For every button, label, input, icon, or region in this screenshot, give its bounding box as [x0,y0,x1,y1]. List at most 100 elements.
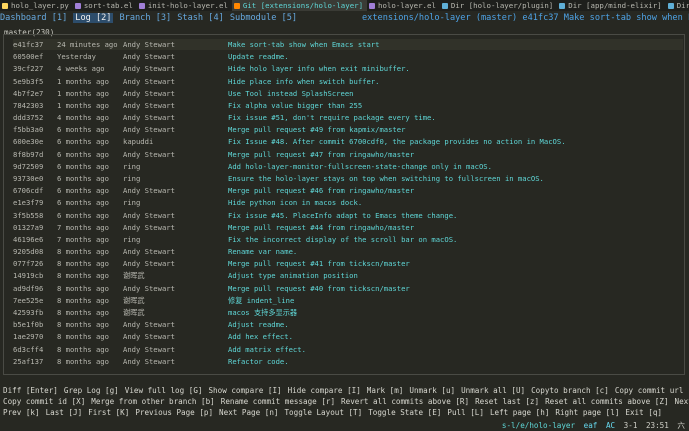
commit-row[interactable]: 6706cdf 6 months ago Andy Stewart Merge pul… [13,185,683,196]
commit-row[interactable]: 1ae2970 8 months ago Andy Stewart Add hex e… [13,331,683,342]
commit-row[interactable]: 14919cb 8 months ago 谢晖武 Adjust type animat… [13,270,683,281]
keybinding-item[interactable]: Mark [m] [367,386,404,395]
commit-row[interactable]: 8f8b97d 6 months ago Andy Stewart Merge pul… [13,149,683,160]
commit-time: 6 months ago [57,125,109,135]
commit-row[interactable]: 46196e6 7 months ago ring Fix the incorrect… [13,234,683,245]
keybinding-item[interactable]: Unmark all [U] [461,386,525,395]
keybinding-item[interactable]: Show compare [I] [208,386,281,395]
commit-author: Andy Stewart [123,125,175,135]
keybinding-item[interactable]: Pull [L] [447,408,484,417]
keybinding-item[interactable]: Prev [k] [3,408,40,417]
commit-hash: 93730e0 [13,173,44,183]
status-mode: eaf [583,421,598,430]
commit-row[interactable]: 4b7f2e7 1 months ago Andy Stewart Use Tool … [13,88,683,99]
tab-3[interactable]: Git [extensions/holo-layer] [231,0,368,11]
commit-time: 8 months ago [57,320,109,330]
header-tab-2[interactable]: Branch [3] [119,13,171,23]
keybinding-item[interactable]: Reset last [z] [475,397,539,406]
tab-7[interactable]: Dir [site-lisp/co [666,0,689,11]
commit-row[interactable]: 9205d08 8 months ago Andy Stewart Rename va… [13,246,683,257]
commit-row[interactable]: 7842303 1 months ago Andy Stewart Fix alpha… [13,100,683,111]
commit-row[interactable]: 9d72509 6 months ago ring Add holo-layer-mo… [13,161,683,172]
keybinding-line: Copy commit id [X] Merge from other branc… [3,396,689,407]
commit-row[interactable]: 39cf227 4 weeks ago Andy Stewart Hide holo … [13,63,683,74]
commit-hash: 4b7f2e7 [13,88,44,98]
commit-row[interactable]: 077f726 8 months ago Andy Stewart Merge pul… [13,258,683,269]
keybinding-item[interactable]: First [K] [88,408,129,417]
commit-time: 8 months ago [57,247,109,257]
commit-author: ring [123,173,141,183]
commit-row[interactable]: e1e3f79 6 months ago ring Hide python icon … [13,197,683,208]
keybinding-item[interactable]: Copy commit url [x] [615,386,689,395]
keybinding-item[interactable]: Toggle Layout [T] [284,408,362,417]
commit-row[interactable]: f5bb3a0 6 months ago Andy Stewart Merge pul… [13,124,683,135]
commit-row[interactable]: 7ee525e 8 months ago 谢晖武 修复 indent_line [13,295,683,306]
tab-label: sort-tab.el [83,1,133,10]
tab-0[interactable]: holo_layer.py [0,0,73,11]
status-bar: s-l/e/holo-layer eaf AC 3-1 23:51 六 [0,420,689,431]
status-day: 六 [677,421,685,430]
header-tab-4[interactable]: Submodule [5] [230,13,297,23]
keybinding-item[interactable]: Reset all commits above [Z] [545,397,668,406]
commit-row[interactable]: 01327a9 7 months ago Andy Stewart Merge pul… [13,222,683,233]
keybinding-item[interactable]: Unmark [u] [409,386,455,395]
commit-time: 8 months ago [57,344,109,354]
keybinding-item[interactable]: Merge from other branch [b] [91,397,214,406]
commit-message: Adjust type animation position [228,271,358,281]
commit-row[interactable]: 25af137 8 months ago Andy Stewart Refactor … [13,356,683,367]
header-tab-3[interactable]: Stash [4] [177,13,224,23]
commit-author: Andy Stewart [123,76,175,86]
keybinding-item[interactable]: Grep Log [g] [64,386,119,395]
keybinding-item[interactable]: Next Page [n] [219,408,278,417]
commit-hash: 42593fb [13,307,44,317]
commit-hash: 60500ef [13,52,44,62]
tab-1[interactable]: sort-tab.el [73,0,137,11]
folder-icon [667,2,674,9]
commit-row[interactable]: ddd3752 4 months ago Andy Stewart Fix issue… [13,112,683,123]
tab-label: init-holo-layer.el [147,1,228,10]
keybinding-item[interactable]: Toggle State [E] [368,408,441,417]
commit-row[interactable]: b5e1f0b 8 months ago Andy Stewart Adjust re… [13,319,683,330]
keybinding-line: Diff [Enter] Grep Log [g] View full log [G… [3,385,689,396]
commit-row[interactable]: 42593fb 8 months ago 谢晖武 macos 支持多显示器 [13,307,683,318]
keybinding-item[interactable]: Exit [q] [625,408,662,417]
tab-label: holo_layer.py [11,1,69,10]
tab-label: Dir [holo-layer/plugin] [450,1,554,10]
commit-time: 4 weeks ago [57,64,105,74]
header-tab-1[interactable]: Log [2] [73,13,114,23]
tab-2[interactable]: init-holo-layer.el [137,0,232,11]
status-path: s-l/e/holo-layer [501,421,576,430]
keybinding-item[interactable]: Diff [Enter] [3,386,58,395]
commit-time: Yesterday [57,52,96,62]
commit-hash: 3f5b558 [13,210,44,220]
commit-row[interactable]: 6d3cff4 8 months ago Andy Stewart Add matri… [13,344,683,355]
commit-hash: 1ae2970 [13,332,44,342]
keybinding-item[interactable]: Last [J] [46,408,83,417]
keybinding-item[interactable]: Copyto branch [c] [531,386,609,395]
keybinding-item[interactable]: Right page [l] [555,408,619,417]
tab-4[interactable]: holo-layer.el [367,0,440,11]
commit-message: Fix alpha value bigger than 255 [228,100,363,110]
keybinding-item[interactable]: Left page [h] [490,408,549,417]
tab-6[interactable]: Dir [app/mind-elixir] [557,0,665,11]
commit-hash: 600e30e [13,137,44,147]
keybinding-item[interactable]: Revert all commits above [R] [341,397,469,406]
keybinding-item[interactable]: View full log [G] [125,386,203,395]
commit-hash: 46196e6 [13,234,44,244]
keybinding-item[interactable]: Copy commit id [X] [3,397,85,406]
commit-row[interactable]: 60500ef Yesterday Andy Stewart Update readm… [13,51,683,62]
commit-row[interactable]: 3f5b558 6 months ago Andy Stewart Fix issue… [13,210,683,221]
header-tab-0[interactable]: Dashboard [1] [0,13,67,23]
keybinding-item[interactable]: Next [j] [675,397,689,406]
keybinding-item[interactable]: Previous Page [p] [135,408,213,417]
tab-5[interactable]: Dir [holo-layer/plugin] [440,0,557,11]
commit-row[interactable]: e41fc37 24 minutes ago Andy Stewart Make so… [13,39,683,50]
commit-row[interactable]: 5e9b3f5 1 months ago Andy Stewart Hide plac… [13,76,683,87]
commit-row[interactable]: 600e30e 6 months ago kapuddi Fix Issue #48.… [13,136,683,147]
keybinding-item[interactable]: Rename commit message [r] [221,397,335,406]
commit-time: 4 months ago [57,113,109,123]
commit-hash: 01327a9 [13,222,44,232]
commit-row[interactable]: 93730e0 6 months ago ring Ensure the holo-l… [13,173,683,184]
keybinding-item[interactable]: Hide compare [I] [288,386,361,395]
commit-row[interactable]: ad9df96 8 months ago Andy Stewart Merge pul… [13,283,683,294]
